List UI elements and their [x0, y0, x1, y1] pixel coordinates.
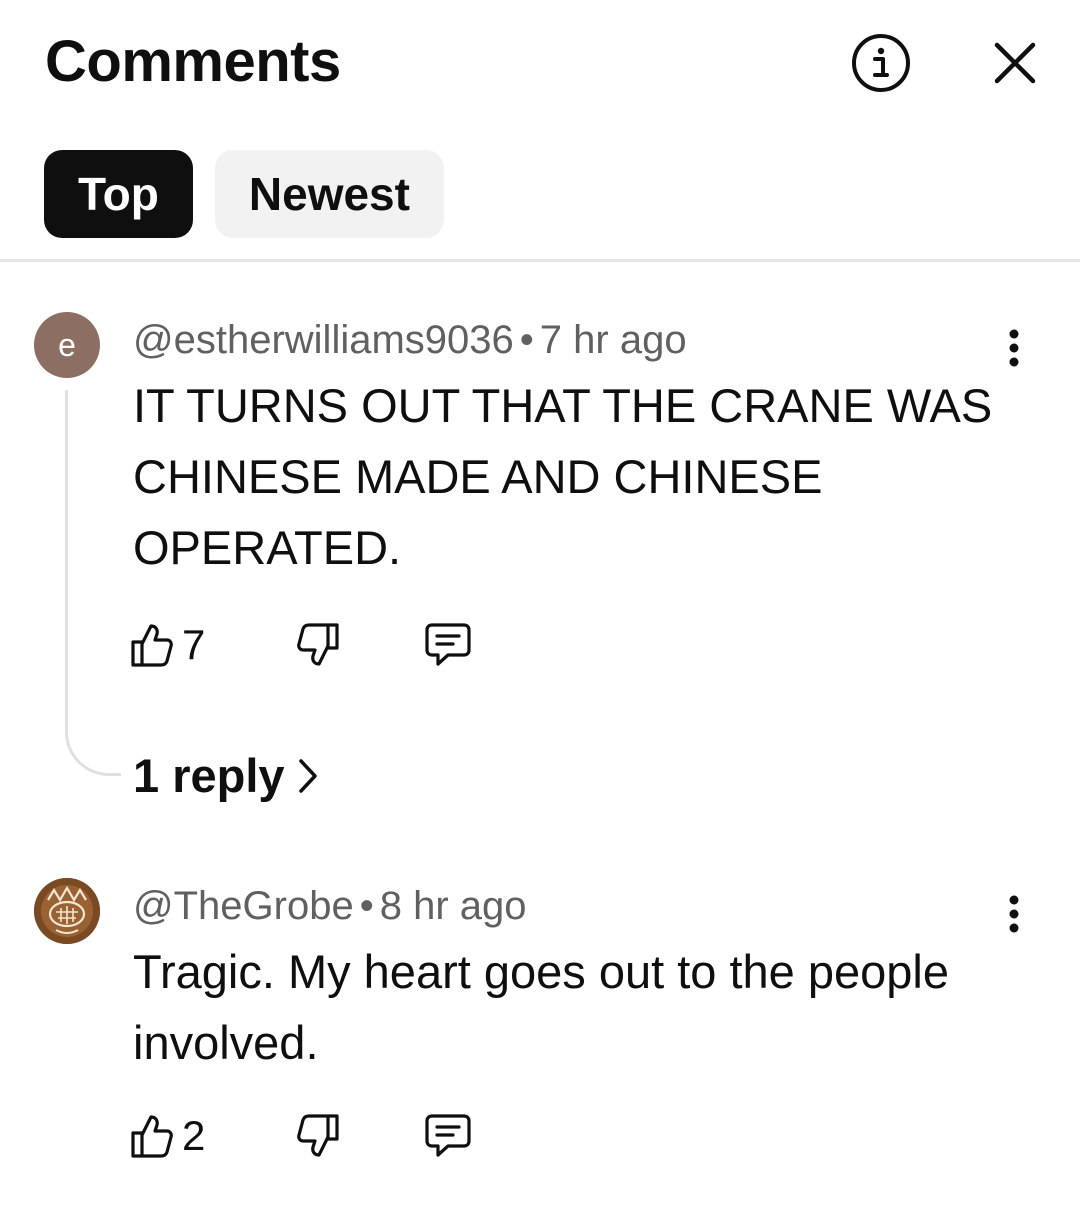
header-divider: [0, 259, 1080, 262]
like-count: 7: [182, 621, 206, 668]
chevron-right-icon: [298, 758, 317, 793]
thumbs-down-icon: [297, 623, 339, 666]
avatar-image: [34, 878, 100, 944]
thumbs-up-icon: [131, 624, 173, 667]
sort-chip-top[interactable]: Top: [44, 150, 193, 238]
close-icon: [994, 42, 1036, 84]
sort-chips: Top Newest: [44, 150, 444, 238]
meta-separator: •: [519, 318, 534, 362]
view-replies-button[interactable]: 1 reply: [133, 748, 319, 803]
avatar-letter: e: [58, 326, 76, 363]
avatar[interactable]: [34, 878, 100, 944]
like-button[interactable]: 7: [130, 621, 232, 669]
sort-chip-newest[interactable]: Newest: [214, 150, 444, 238]
comment-text: Tragic. My heart goes out to the people …: [133, 945, 950, 1069]
comment-thread: @TheGrobe • 8 hr ago Tragic. My heart goes…: [0, 866, 1080, 1196]
replies-label: 1 reply: [133, 749, 285, 802]
comment-author[interactable]: @TheGrobe: [133, 884, 354, 928]
more-vert-icon: [1009, 895, 1019, 933]
comment-time[interactable]: 8 hr ago: [380, 884, 527, 928]
comment-thread: e @estherwilliams9036 • 7 hr ago IT TURNS …: [0, 300, 1080, 820]
info-icon: [852, 34, 910, 92]
info-button[interactable]: [848, 30, 914, 96]
reply-button[interactable]: [424, 1113, 472, 1159]
reply-button[interactable]: [424, 622, 472, 668]
comment-actions: 7: [130, 618, 472, 672]
panel-title: Comments: [45, 29, 341, 94]
comment-more-button[interactable]: [988, 322, 1040, 374]
comment-time[interactable]: 7 hr ago: [540, 318, 687, 362]
close-button[interactable]: [982, 30, 1048, 96]
comment-text: IT TURNS OUT THAT THE CRANE WAS CHINESE …: [133, 379, 993, 574]
thumbs-down-icon: [297, 1114, 339, 1157]
like-button[interactable]: 2: [130, 1112, 232, 1160]
comment-meta: @TheGrobe • 8 hr ago: [133, 884, 527, 929]
avatar[interactable]: e: [34, 312, 100, 378]
comments-header: Comments: [0, 0, 1080, 125]
comment-author[interactable]: @estherwilliams9036: [133, 318, 514, 362]
comment-icon: [425, 623, 471, 666]
comment-more-button[interactable]: [988, 888, 1040, 940]
comment-actions: 2: [130, 1109, 472, 1163]
dislike-button[interactable]: [296, 1113, 340, 1159]
comment-icon: [425, 1114, 471, 1157]
thread-connector: [65, 390, 121, 776]
meta-separator: •: [359, 884, 374, 928]
dislike-button[interactable]: [296, 622, 340, 668]
more-vert-icon: [1009, 329, 1019, 367]
like-count: 2: [182, 1112, 206, 1159]
thumbs-up-icon: [131, 1115, 173, 1158]
comment-meta: @estherwilliams9036 • 7 hr ago: [133, 318, 687, 363]
